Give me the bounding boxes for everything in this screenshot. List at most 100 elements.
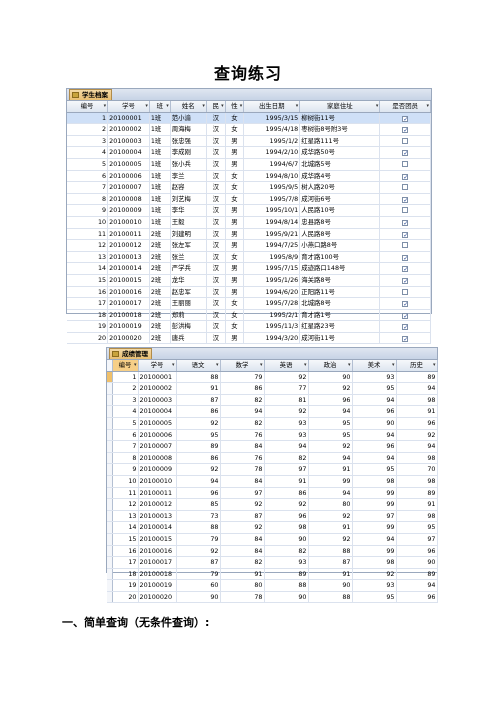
cell-name[interactable]: 李成刚: [170, 146, 207, 159]
grade-cell[interactable]: 17: [112, 556, 139, 569]
cell-sex[interactable]: 女: [225, 181, 245, 194]
table-row[interactable]: 2 20100002 1班 周海梅汉女 1995/4/18 枣树街8号附3号 ✓: [67, 123, 431, 136]
cell-birth[interactable]: 1995/9/5: [243, 181, 301, 194]
table-row[interactable]: 11 20100011 2班 刘建明汉男 1995/9/21 人民路8号 ✓: [67, 228, 431, 241]
table-row[interactable]: 4 20100004 1班 李成刚汉男 1994/2/10 成华路50号 ✓: [67, 146, 431, 159]
column-header[interactable]: 家庭住址 ▾: [299, 101, 381, 113]
member-checkbox[interactable]: ✓: [402, 277, 408, 284]
cell-id[interactable]: 10: [67, 216, 109, 229]
dropdown-arrow-icon[interactable]: ▾: [392, 360, 395, 370]
grade-cell[interactable]: 20100004: [138, 405, 177, 418]
table-row[interactable]: 16 20100016 92 84 82 88 99 96: [107, 545, 438, 558]
cell-member[interactable]: [379, 204, 431, 217]
cell-sex[interactable]: 男: [225, 286, 245, 299]
grade-cell[interactable]: 82: [220, 556, 265, 569]
cell-id[interactable]: 12: [67, 239, 109, 252]
grade-cell[interactable]: 94: [176, 475, 221, 488]
cell-id[interactable]: 9: [67, 204, 109, 217]
grade-cell[interactable]: 20100010: [138, 475, 177, 488]
cell-sid[interactable]: 20100012: [107, 239, 150, 252]
cell-birth[interactable]: 1995/3/15: [243, 112, 301, 125]
cell-name[interactable]: 王丽丽: [170, 297, 207, 310]
grade-cell[interactable]: 84: [220, 533, 265, 546]
grade-cell[interactable]: 91: [176, 382, 221, 395]
member-checkbox[interactable]: [402, 207, 409, 214]
grade-cell[interactable]: 92: [352, 568, 397, 581]
cell-name[interactable]: 李华: [170, 204, 207, 217]
column-header[interactable]: 姓名 ▾: [170, 101, 207, 113]
cell-id[interactable]: 15: [67, 274, 109, 287]
cell-member[interactable]: ✓: [379, 297, 431, 310]
table-row[interactable]: 14 20100014 88 92 98 91 99 95: [107, 521, 438, 534]
table-row[interactable]: 16 20100016 2班 赵忠军汉男 1994/6/20 正阳路11号: [67, 286, 431, 299]
grade-cell[interactable]: 92: [308, 510, 353, 523]
grade-cell[interactable]: 87: [176, 556, 221, 569]
tab-grades[interactable]: 成绩管理: [109, 348, 152, 359]
cell-cls[interactable]: 1班: [149, 204, 171, 217]
column-header[interactable]: 班 ▾: [149, 101, 171, 113]
grade-cell[interactable]: 79: [176, 568, 221, 581]
grade-cell[interactable]: 8: [112, 452, 139, 465]
cell-addr[interactable]: 红星路23号: [299, 320, 381, 333]
cell-cls[interactable]: 1班: [149, 123, 171, 136]
cell-birth[interactable]: 1995/4/18: [243, 123, 301, 136]
member-checkbox[interactable]: ✓: [402, 312, 408, 319]
grade-cell[interactable]: 93: [264, 429, 309, 442]
grade-cell[interactable]: 92: [220, 498, 265, 511]
grade-cell[interactable]: 99: [308, 475, 353, 488]
cell-member[interactable]: ✓: [379, 216, 431, 229]
cell-sex[interactable]: 女: [225, 251, 245, 264]
cell-addr[interactable]: 海关路8号: [299, 274, 381, 287]
cell-sid[interactable]: 20100010: [107, 216, 150, 229]
cell-name[interactable]: 赵容: [170, 181, 207, 194]
cell-addr[interactable]: 人民路8号: [299, 228, 381, 241]
cell-cls[interactable]: 1班: [149, 135, 171, 148]
cell-sid[interactable]: 20100018: [107, 309, 150, 322]
cell-nation[interactable]: 汉: [206, 332, 226, 345]
table-row[interactable]: 6 20100006 1班 李兰汉女 1994/8/10 成华路4号 ✓: [67, 170, 431, 183]
member-checkbox[interactable]: ✓: [402, 219, 408, 226]
cell-name[interactable]: 张小兵: [170, 158, 207, 171]
cell-name[interactable]: 彭洪梅: [170, 320, 207, 333]
cell-id[interactable]: 14: [67, 262, 109, 275]
grade-cell[interactable]: 1: [112, 371, 139, 384]
dropdown-arrow-icon[interactable]: ▾: [240, 101, 243, 111]
cell-sex[interactable]: 男: [225, 158, 245, 171]
member-checkbox[interactable]: [402, 184, 409, 191]
cell-cls[interactable]: 1班: [149, 146, 171, 159]
grade-cell[interactable]: 93: [352, 579, 397, 592]
cell-id[interactable]: 8: [67, 193, 109, 206]
grade-cell[interactable]: 3: [112, 394, 139, 407]
member-checkbox[interactable]: ✓: [402, 196, 408, 203]
cell-sid[interactable]: 20100019: [107, 320, 150, 333]
cell-sid[interactable]: 20100004: [107, 146, 150, 159]
grade-cell[interactable]: 96: [176, 487, 221, 500]
cell-sid[interactable]: 20100005: [107, 158, 150, 171]
member-checkbox[interactable]: ✓: [402, 266, 408, 273]
grade-cell[interactable]: 11: [112, 487, 139, 500]
grade-cell[interactable]: 82: [220, 394, 265, 407]
cell-sex[interactable]: 男: [225, 274, 245, 287]
grade-cell[interactable]: 84: [220, 475, 265, 488]
table-row[interactable]: 17 20100017 2班 王丽丽汉女 1995/7/28 北城路8号 ✓: [67, 297, 431, 310]
member-checkbox[interactable]: ✓: [402, 335, 408, 342]
cell-sex[interactable]: 男: [225, 216, 245, 229]
cell-birth[interactable]: 1995/9/21: [243, 228, 301, 241]
cell-sex[interactable]: 女: [225, 170, 245, 183]
grade-cell[interactable]: 98: [396, 475, 438, 488]
grade-cell[interactable]: 86: [220, 382, 265, 395]
grade-cell[interactable]: 20100016: [138, 545, 177, 558]
column-header[interactable]: 出生日期 ▾: [243, 101, 301, 113]
cell-nation[interactable]: 汉: [206, 170, 226, 183]
cell-addr[interactable]: 成河街6号: [299, 193, 381, 206]
grade-cell[interactable]: 79: [176, 533, 221, 546]
cell-addr[interactable]: 育才路100号: [299, 251, 381, 264]
cell-sid[interactable]: 20100006: [107, 170, 150, 183]
cell-id[interactable]: 11: [67, 228, 109, 241]
cell-cls[interactable]: 2班: [149, 309, 171, 322]
dropdown-arrow-icon[interactable]: ▾: [304, 360, 307, 370]
table-row[interactable]: 12 20100012 85 92 92 80 99 91: [107, 498, 438, 511]
cell-birth[interactable]: 1995/1/26: [243, 274, 301, 287]
cell-id[interactable]: 13: [67, 251, 109, 264]
cell-sid[interactable]: 20100020: [107, 332, 150, 345]
